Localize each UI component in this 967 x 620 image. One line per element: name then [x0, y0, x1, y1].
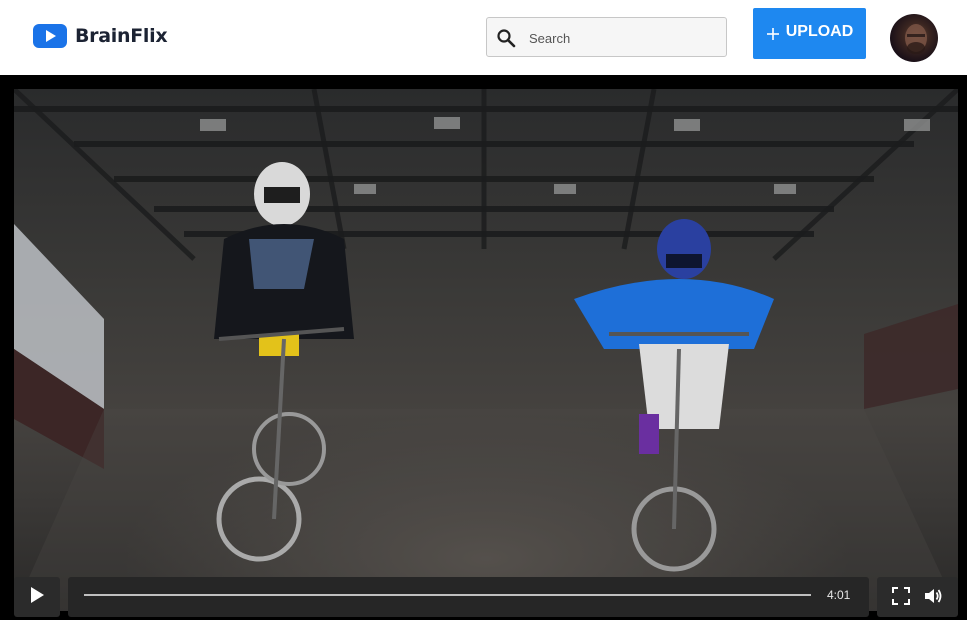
fullscreen-icon [892, 587, 910, 605]
play-icon [31, 587, 44, 603]
site-header: BrainFlix UPLOAD [0, 0, 967, 75]
right-controls [877, 577, 958, 617]
volume-button[interactable] [922, 585, 944, 607]
play-logo-icon [33, 24, 67, 48]
progress-panel: 4:01 [68, 577, 869, 617]
upload-button[interactable]: UPLOAD [753, 8, 866, 59]
brainflix-logo[interactable]: BrainFlix [33, 24, 168, 48]
video-frame [14, 89, 958, 611]
search-input[interactable] [527, 26, 721, 50]
search-box[interactable] [486, 17, 727, 57]
fullscreen-button[interactable] [890, 585, 912, 607]
user-avatar[interactable] [890, 14, 938, 62]
logo-text: BrainFlix [75, 25, 168, 47]
video-player[interactable] [14, 89, 958, 611]
video-duration: 4:01 [827, 588, 851, 602]
search-icon [497, 29, 516, 48]
progress-bar[interactable] [84, 594, 811, 596]
upload-label: UPLOAD [785, 23, 854, 40]
volume-icon [925, 589, 942, 603]
plus-icon [766, 27, 779, 40]
play-button[interactable] [14, 577, 60, 617]
